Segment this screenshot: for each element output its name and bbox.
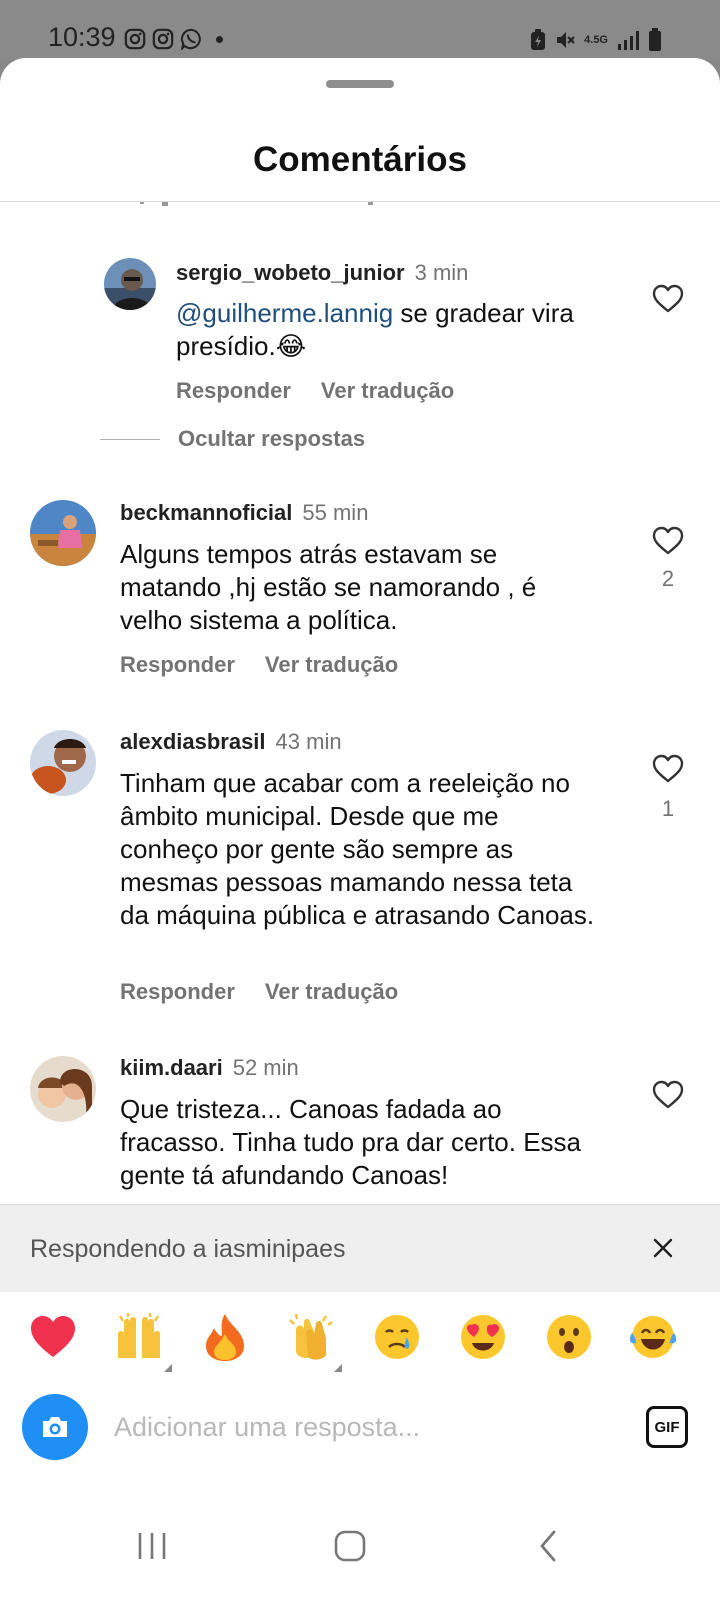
mention-link[interactable]: @guilherme.lannig [176,298,393,328]
system-icons: 4.5G [530,28,662,52]
hide-replies-label[interactable]: Ocultar respostas [178,426,365,452]
replying-to-label: Respondendo a iasminipaes [30,1235,346,1263]
surprised-face-emoji-icon[interactable] [544,1312,594,1362]
comments-sheet: Comentários sergio_wobeto_junior 3 min @g… [0,58,720,1600]
avatar[interactable] [30,730,96,796]
heart-outline-icon[interactable] [652,754,684,784]
comment-username[interactable]: sergio_wobeto_junior [176,260,405,285]
comment-time: 3 min [414,260,469,285]
battery-icon [649,28,661,51]
hide-replies-toggle[interactable]: Ocultar respostas [100,426,365,452]
skin-tone-indicator [334,1364,342,1372]
battery-saver-icon [531,29,546,50]
comment-username[interactable]: alexdiasbrasil [120,729,266,754]
back-icon [540,1530,556,1562]
see-translation-button[interactable]: Ver tradução [265,652,398,678]
status-time: 10:39 [48,22,116,52]
comment-username-line: sergio_wobeto_junior 3 min [176,260,468,286]
instagram-icon [124,28,146,50]
comment-time: 43 min [275,729,342,754]
home-icon [334,1530,366,1562]
comment-username-line: kiim.daari 52 min [120,1055,299,1081]
comment-text: @guilherme.lannig se gradear vira presíd… [176,297,616,363]
home-button[interactable] [330,1526,370,1566]
gif-button[interactable]: GIF [646,1406,688,1448]
comment-time: 55 min [302,500,369,525]
comment-username-line: beckmannoficial 55 min [120,500,368,526]
comment-body: Alguns tempos atrás estavam se matando ,… [120,539,537,635]
network-type-label: 4.5G [584,33,608,46]
sheet-drag-handle[interactable] [326,80,394,88]
emoji-quick-bar [0,1294,720,1382]
comment-time: 52 min [232,1055,299,1080]
whatsapp-icon [180,28,201,50]
recent-apps-icon [138,1533,166,1559]
avatar[interactable] [30,1056,96,1122]
comment-username-line: alexdiasbrasil 43 min [120,729,342,755]
recent-apps-button[interactable] [132,1526,172,1566]
reply-input-row: GIF [0,1382,720,1492]
camera-icon [43,1417,67,1437]
see-translation-button[interactable]: Ver tradução [265,979,398,1005]
comments-list[interactable]: sergio_wobeto_junior 3 min @guilherme.lan… [0,202,720,1202]
raising-hands-emoji-icon[interactable] [114,1312,164,1362]
reply-button[interactable]: Responder [120,652,235,678]
comment-body: Tinham que acabar com a reeleição no âmb… [120,768,595,930]
mute-icon [557,32,575,48]
notification-icons [124,28,223,50]
close-icon[interactable] [650,1235,676,1261]
reply-button[interactable]: Responder [176,378,291,404]
status-bar: 10:39 4.5G [0,0,720,60]
comment-username[interactable]: beckmannoficial [120,500,292,525]
heart-outline-icon[interactable] [652,284,684,314]
heart-eyes-emoji-icon[interactable] [458,1312,508,1362]
back-button[interactable] [528,1526,568,1566]
clapping-hands-emoji-icon[interactable] [286,1312,336,1362]
avatar[interactable] [104,258,156,310]
sheet-title: Comentários [253,140,467,179]
fire-emoji-icon[interactable] [200,1312,250,1362]
system-navigation-bar [0,1492,720,1600]
thread-divider-line [100,438,160,440]
instagram-icon [152,28,174,50]
comment-actions: Responder Ver tradução [120,979,398,1005]
comment-username[interactable]: kiim.daari [120,1055,223,1080]
skin-tone-indicator [164,1364,172,1372]
crying-face-emoji-icon[interactable] [372,1312,422,1362]
tears-of-joy-emoji-icon[interactable] [628,1312,678,1362]
avatar[interactable] [30,500,96,566]
heart-emoji-icon[interactable] [28,1312,78,1362]
comment-actions: Responder Ver tradução [120,652,398,678]
comment-actions: Responder Ver tradução [176,378,454,404]
heart-outline-icon[interactable] [652,526,684,556]
like-count[interactable]: 1 [652,796,684,822]
reply-input[interactable] [114,1402,594,1452]
replying-to-banner: Respondendo a iasminipaes [0,1204,720,1292]
clipped-text-remnant [140,202,373,206]
camera-button[interactable] [22,1394,88,1460]
like-count[interactable]: 2 [652,566,684,592]
comment-body: Que tristeza... Canoas fadada ao fracass… [120,1094,582,1190]
reply-button[interactable]: Responder [120,979,235,1005]
more-notifications-dot [216,35,223,43]
heart-outline-icon[interactable] [652,1080,684,1110]
signal-icon [618,31,639,50]
see-translation-button[interactable]: Ver tradução [321,378,454,404]
